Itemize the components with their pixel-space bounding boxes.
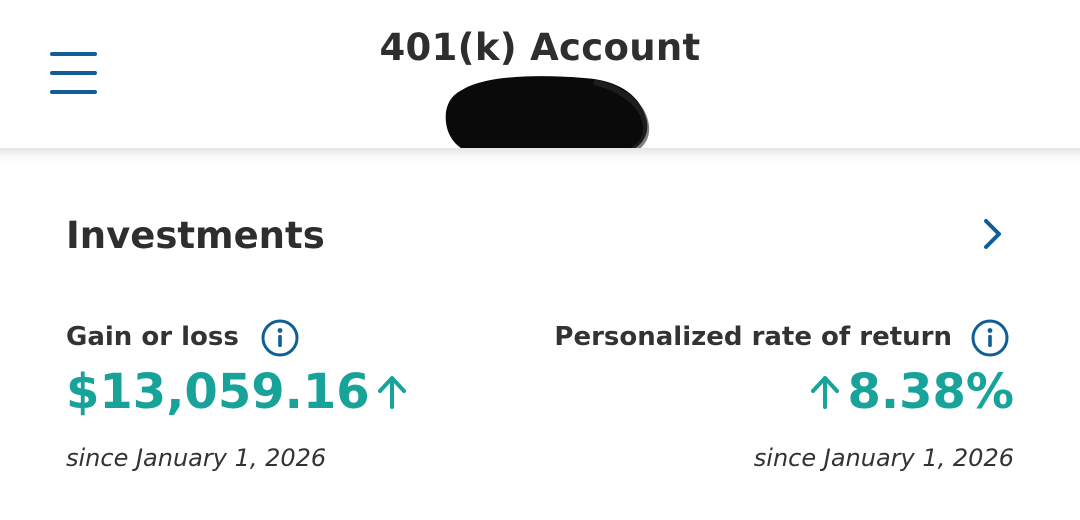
page-title: 401(k) Account [379, 26, 701, 69]
header-divider [0, 148, 1080, 164]
chevron-right-icon[interactable] [976, 214, 1010, 254]
investments-title: Investments [66, 214, 325, 257]
menu-icon-line [50, 71, 97, 75]
menu-icon-line [50, 90, 97, 94]
info-icon[interactable] [970, 318, 1010, 358]
gain-loss-label: Gain or loss [66, 322, 239, 352]
account-screen: 401(k) Account Investments Gain or loss … [0, 0, 1080, 520]
gain-loss-value: $13,059.16 [66, 364, 410, 420]
app-header: 401(k) Account [0, 0, 1080, 161]
info-icon[interactable] [260, 318, 300, 358]
arrow-up-icon [377, 376, 406, 409]
gain-loss-since: since January 1, 2026 [66, 444, 327, 472]
rate-of-return-percent: 8.38% [847, 364, 1014, 420]
rate-of-return-value: 8.38% [807, 364, 1014, 420]
rate-of-return-label: Personalized rate of return [554, 322, 952, 352]
arrow-up-icon [811, 376, 840, 409]
rate-of-return-since: since January 1, 2026 [753, 444, 1014, 472]
gain-loss-amount: $13,059.16 [66, 364, 370, 420]
